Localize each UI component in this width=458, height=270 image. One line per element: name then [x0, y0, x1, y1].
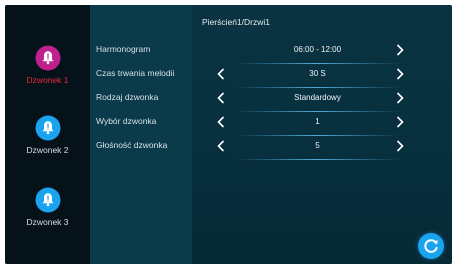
sidebar-item-dzwonek-3[interactable]: Dzwonek 3 [5, 187, 90, 227]
sidebar-item-label: Dzwonek 1 [26, 75, 69, 85]
value-rodzaj: Standardowy [294, 93, 341, 102]
sidebar-item-label: Dzwonek 3 [26, 217, 69, 227]
value-glosnosc: 5 [315, 141, 320, 150]
chevron-right-icon[interactable] [393, 91, 407, 105]
value-czas-trwania: 30 S [309, 69, 326, 78]
bell-icon [35, 45, 61, 71]
refresh-icon [418, 239, 444, 263]
row-label-harmonogram: Harmonogram [96, 44, 151, 54]
sidebar: Dzwonek 1 Dzwonek 2 Dzwonek 3 [5, 5, 90, 264]
screen: Dzwonek 1 Dzwonek 2 Dzwonek 3 Pierścień1… [5, 5, 452, 264]
row-divider [235, 111, 400, 112]
refresh-button[interactable] [418, 233, 444, 259]
row-label-czas-trwania: Czas trwania melodii [96, 68, 175, 78]
sidebar-item-label: Dzwonek 2 [26, 145, 69, 155]
chevron-right-icon[interactable] [393, 139, 407, 153]
value-harmonogram[interactable]: 06:00 - 12:00 [235, 45, 400, 54]
sidebar-item-dzwonek-1[interactable]: Dzwonek 1 [5, 45, 90, 85]
row-label-wybor: Wybór dzwonka [96, 116, 157, 126]
chevron-left-icon[interactable] [214, 139, 228, 153]
row-divider [235, 159, 400, 160]
row-divider [235, 135, 400, 136]
bell-icon [35, 115, 61, 141]
row-label-glosnosc: Głośność dzwonka [96, 140, 168, 150]
bell-icon [35, 187, 61, 213]
chevron-left-icon[interactable] [214, 67, 228, 81]
row-label-rodzaj: Rodzaj dzwonka [96, 92, 159, 102]
row-divider [235, 63, 400, 64]
chevron-right-icon[interactable] [393, 115, 407, 129]
page-title: Pierścień1/Drzwi1 [202, 17, 271, 27]
value-wybor: 1 [315, 117, 320, 126]
sidebar-item-dzwonek-2[interactable]: Dzwonek 2 [5, 115, 90, 155]
chevron-right-icon[interactable] [393, 43, 407, 57]
row-divider [235, 87, 400, 88]
chevron-left-icon[interactable] [214, 91, 228, 105]
chevron-left-icon[interactable] [214, 115, 228, 129]
chevron-right-icon[interactable] [393, 67, 407, 81]
